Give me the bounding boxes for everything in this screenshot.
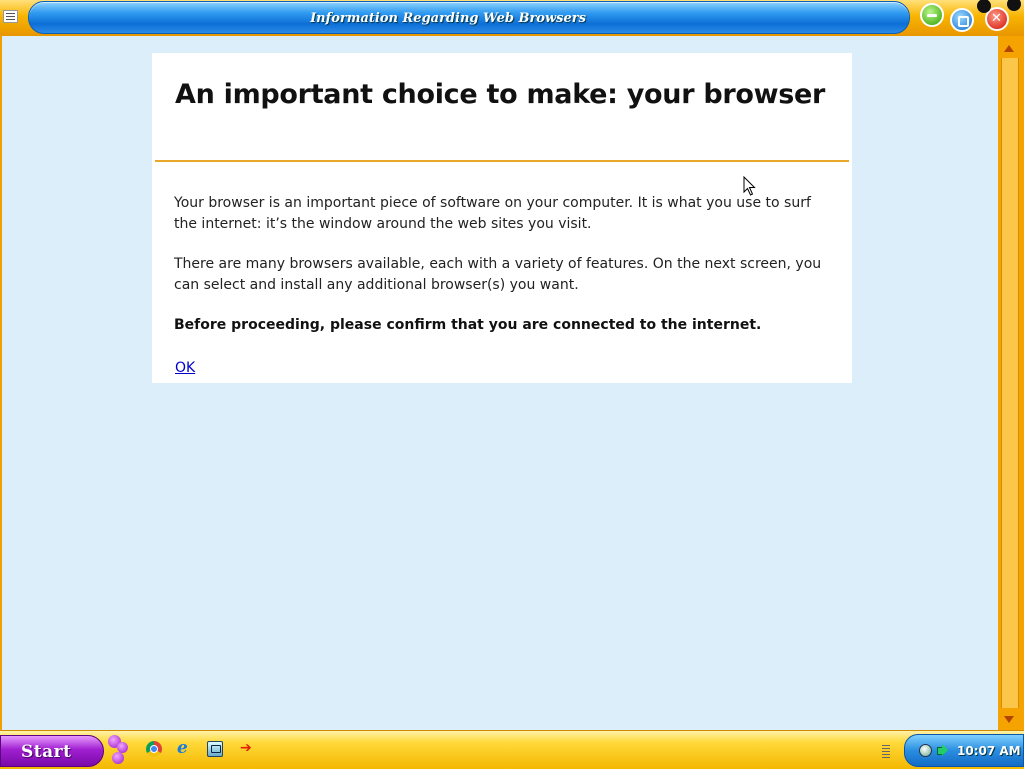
- start-button[interactable]: Start: [0, 735, 104, 767]
- paragraph-confirm-internet: Before proceeding, please confirm that y…: [174, 317, 762, 333]
- scroll-track[interactable]: [1001, 58, 1019, 708]
- taskbar: Start e ➔ 10:07 AM: [0, 730, 1024, 769]
- system-tray: 10:07 AM: [904, 734, 1024, 767]
- close-button[interactable]: [977, 0, 1009, 31]
- window-title: Information Regarding Web Browsers: [310, 11, 586, 26]
- start-decoration-icon: [106, 733, 130, 767]
- system-menu-icon[interactable]: [3, 10, 18, 23]
- start-label: Start: [21, 742, 72, 762]
- divider: [155, 160, 849, 162]
- paragraph-browser-intro: Your browser is an important piece of so…: [174, 195, 811, 232]
- clock[interactable]: 10:07 AM: [957, 744, 1021, 758]
- paragraph-browsers-available: There are many browsers available, each …: [174, 256, 822, 293]
- volume-icon[interactable]: [936, 743, 948, 757]
- minimize-button[interactable]: [920, 3, 944, 27]
- arrow-icon[interactable]: ➔: [240, 740, 256, 757]
- page-heading: An important choice to make: your browse…: [175, 79, 826, 110]
- maximize-button[interactable]: [950, 8, 974, 32]
- scroll-up-button[interactable]: [1000, 40, 1018, 58]
- decorative-ear-icon: [1007, 0, 1021, 11]
- show-desktop-icon[interactable]: [207, 741, 223, 757]
- tray-notification-icon[interactable]: [880, 745, 892, 759]
- internet-explorer-icon[interactable]: e: [177, 739, 193, 757]
- vertical-scrollbar[interactable]: [998, 36, 1024, 730]
- network-icon[interactable]: [919, 744, 932, 757]
- title-bar[interactable]: Information Regarding Web Browsers: [0, 0, 1024, 36]
- ok-link[interactable]: OK: [175, 360, 195, 376]
- info-card: An important choice to make: your browse…: [152, 53, 852, 383]
- title-pill: Information Regarding Web Browsers: [28, 1, 910, 34]
- chrome-icon[interactable]: [146, 741, 162, 757]
- scroll-down-button[interactable]: [1000, 710, 1018, 728]
- window-content: An important choice to make: your browse…: [0, 36, 998, 730]
